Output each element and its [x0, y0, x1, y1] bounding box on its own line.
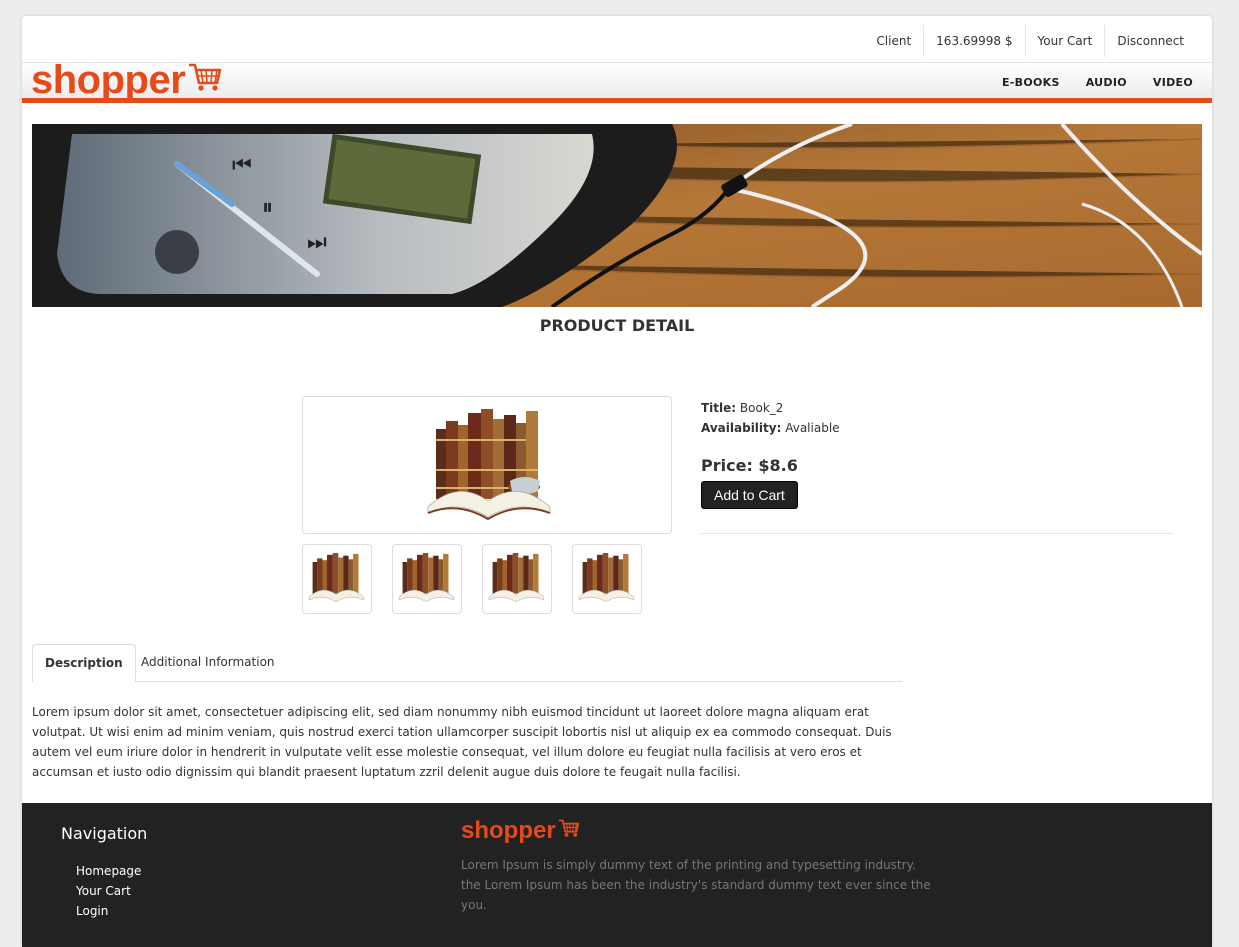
footer-about-text: Lorem Ipsum is simply dummy text of the … — [461, 858, 931, 912]
page-title: PRODUCT DETAIL — [539, 316, 695, 335]
svg-text:⏸: ⏸ — [262, 195, 273, 220]
book-stack-icon — [308, 553, 365, 602]
banner-image: ⏮ ⏸ ⏭ — [32, 124, 1202, 307]
title-label: Title: — [701, 401, 737, 415]
availability-label: Availability: — [701, 421, 782, 435]
product-thumbnail[interactable] — [572, 544, 642, 614]
footer-link-login[interactable]: Login — [76, 901, 141, 921]
product-details: Title: Book_2 Availability: Avaliable Pr… — [701, 398, 1171, 509]
product-thumbnail[interactable] — [392, 544, 462, 614]
account-menu: Client 163.69998 $ Your Cart Disconnect — [864, 25, 1196, 57]
main-header: shopper E-BOOKS AUDIO VIDEO — [22, 58, 1212, 103]
footer-logo-text: shopper — [461, 817, 556, 844]
nav-ebooks[interactable]: E-BOOKS — [1002, 76, 1060, 89]
client-link[interactable]: Client — [864, 25, 923, 57]
hero-banner: ⏮ ⏸ ⏭ — [32, 124, 1202, 307]
balance-display: 163.69998 $ — [923, 25, 1024, 57]
divider — [701, 533, 1173, 534]
book-stack-icon — [578, 553, 635, 602]
shopping-cart-icon — [188, 58, 222, 103]
product-tabs: Description Additional Information — [32, 644, 902, 682]
your-cart-link[interactable]: Your Cart — [1024, 25, 1105, 57]
tab-additional-information[interactable]: Additional Information — [129, 644, 287, 682]
title-value: Book_2 — [739, 401, 784, 415]
nav-audio[interactable]: AUDIO — [1086, 76, 1127, 89]
category-nav: E-BOOKS AUDIO VIDEO — [989, 76, 1206, 89]
product-availability-row: Availability: Avaliable — [701, 418, 1171, 438]
page: Client 163.69998 $ Your Cart Disconnect … — [22, 16, 1212, 947]
svg-text:⏭: ⏭ — [307, 230, 327, 255]
shopping-cart-icon — [558, 817, 580, 845]
footer-nav-title: Navigation — [61, 824, 148, 843]
disconnect-link[interactable]: Disconnect — [1104, 25, 1196, 57]
product-description: Lorem ipsum dolor sit amet, consectetuer… — [32, 705, 892, 779]
availability-value: Avaliable — [785, 421, 840, 435]
book-stack-icon — [398, 553, 455, 602]
footer-nav: Homepage Your Cart Login — [76, 861, 141, 921]
product-thumbnail[interactable] — [482, 544, 552, 614]
footer-logo[interactable]: shopper — [461, 817, 580, 845]
product-main-image[interactable] — [302, 396, 672, 534]
add-to-cart-button[interactable]: Add to Cart — [701, 481, 798, 509]
nav-video[interactable]: VIDEO — [1153, 76, 1193, 89]
site-footer: Navigation Homepage Your Cart Login shop… — [22, 803, 1212, 947]
book-stack-icon — [427, 409, 551, 521]
svg-text:⏮: ⏮ — [232, 153, 252, 178]
footer-link-homepage[interactable]: Homepage — [76, 861, 141, 881]
logo-text: shopper — [31, 58, 186, 102]
site-logo[interactable]: shopper — [31, 58, 222, 103]
book-stack-icon — [488, 553, 545, 602]
footer-link-your-cart[interactable]: Your Cart — [76, 881, 141, 901]
tab-description[interactable]: Description — [32, 644, 136, 682]
top-bar: Client 163.69998 $ Your Cart Disconnect — [22, 16, 1212, 63]
product-thumbnail[interactable] — [302, 544, 372, 614]
product-price: Price: $8.6 — [701, 456, 798, 475]
product-title-row: Title: Book_2 — [701, 398, 1171, 418]
